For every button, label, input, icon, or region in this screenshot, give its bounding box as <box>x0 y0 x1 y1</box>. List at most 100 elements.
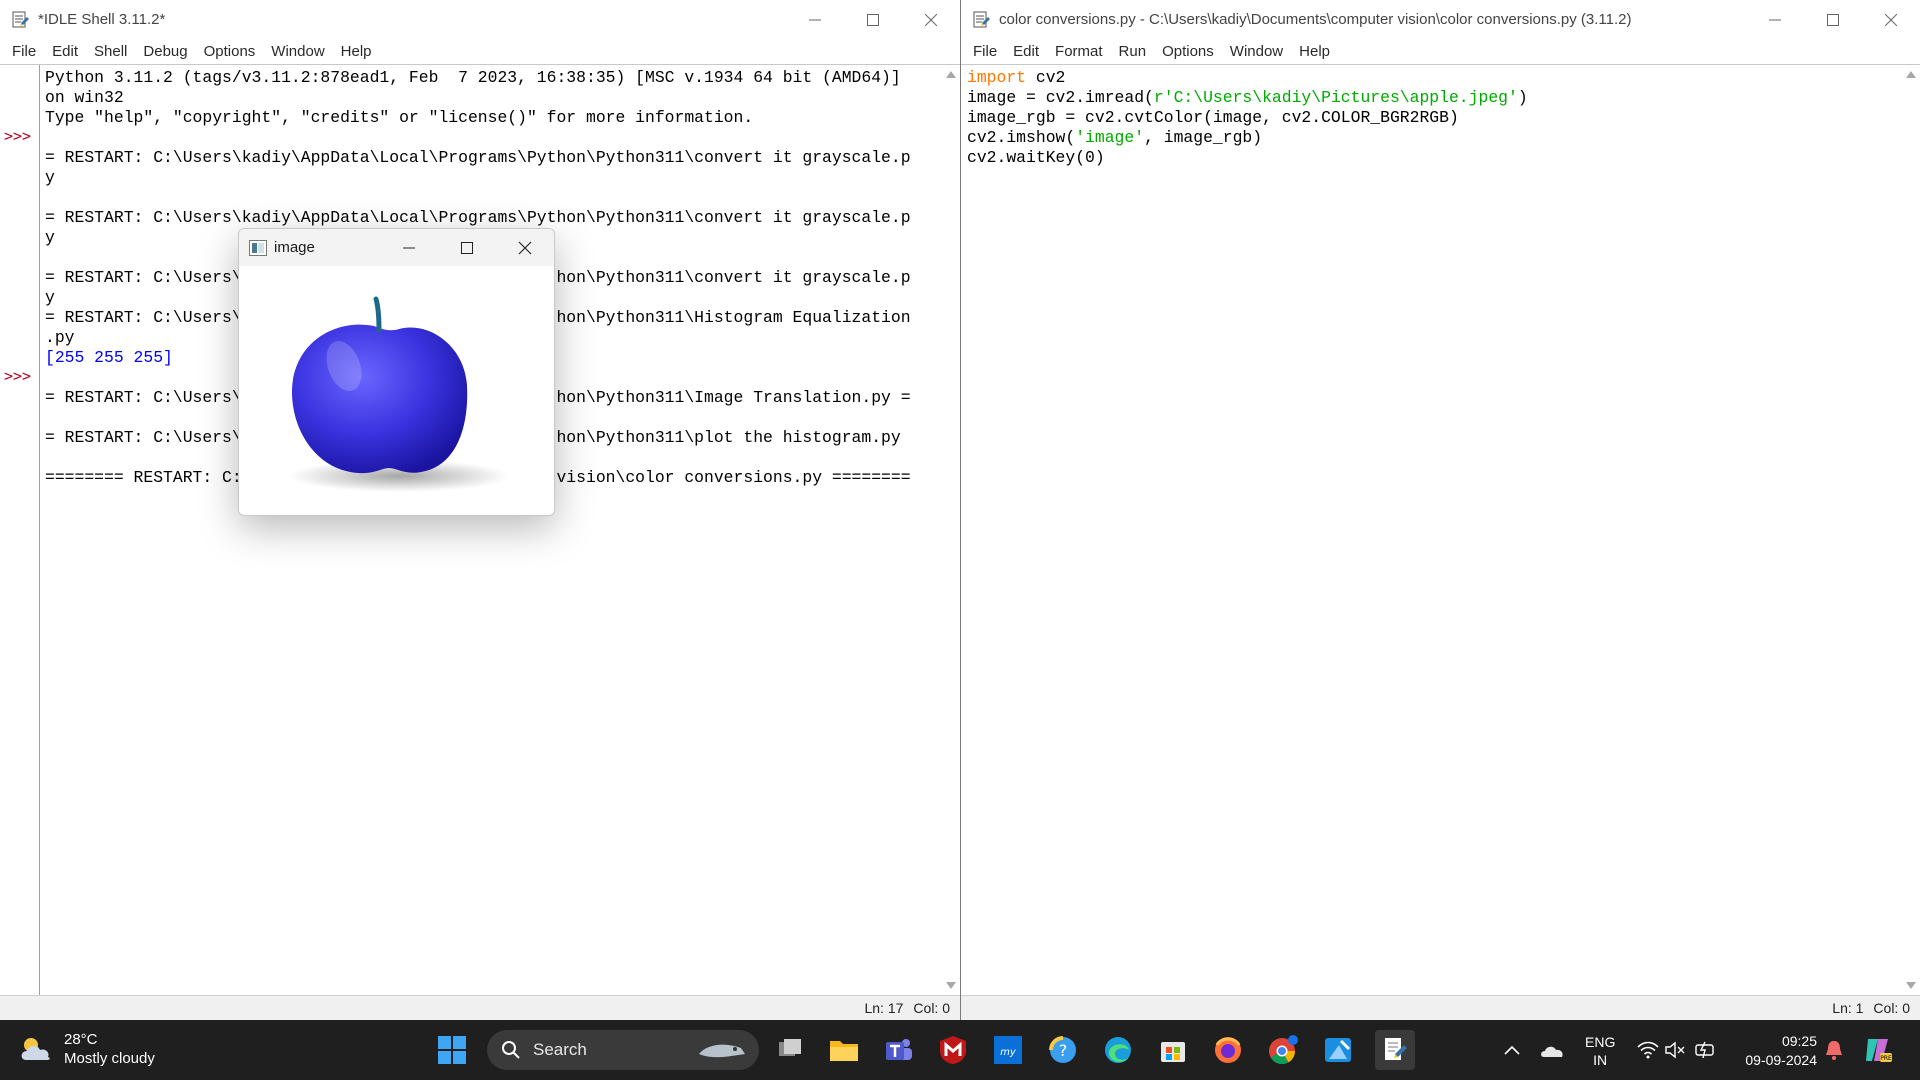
menu-options[interactable]: Options <box>1154 43 1222 60</box>
lang-code: ENG <box>1585 1034 1616 1050</box>
menu-help[interactable]: Help <box>1291 43 1338 60</box>
copilot-button[interactable]: PRE <box>1860 1032 1896 1068</box>
copilot-icon: PRE <box>1866 1039 1892 1062</box>
editor-text-area[interactable]: import cv2 image = cv2.imread(r'C:\Users\… <box>961 64 1920 995</box>
search-highlight-icon <box>699 1044 745 1058</box>
scroll-down-icon[interactable] <box>1906 982 1916 989</box>
svg-text:PRE: PRE <box>1880 1055 1892 1062</box>
mcafee-button[interactable] <box>935 1032 971 1068</box>
code-line: cv2.waitKey(0) <box>967 148 1105 167</box>
help-icon: ? <box>1049 1036 1076 1063</box>
menu-run[interactable]: Run <box>1111 43 1155 60</box>
editor-titlebar[interactable]: color conversions.py - C:\Users\kadiy\Do… <box>961 0 1920 39</box>
menu-window[interactable]: Window <box>263 43 332 60</box>
maximize-button[interactable] <box>1804 0 1862 39</box>
menu-window[interactable]: Window <box>1222 43 1291 60</box>
teams-icon <box>886 1039 912 1060</box>
weather-description: Mostly cloudy <box>64 1050 155 1067</box>
shell-title: *IDLE Shell 3.11.2* <box>38 11 166 28</box>
minimize-button[interactable] <box>786 0 844 39</box>
svg-text:?: ? <box>1059 1041 1068 1060</box>
minimize-button[interactable] <box>1746 0 1804 39</box>
code-line: import cv2 <box>967 68 1066 87</box>
minimize-button[interactable] <box>380 229 438 266</box>
store-icon <box>1161 1042 1185 1062</box>
notifications-button[interactable] <box>1816 1032 1852 1068</box>
shell-line: on win32 <box>45 88 124 107</box>
close-button[interactable] <box>902 0 960 39</box>
shell-text-area[interactable]: >>> >>> Python 3.11.2 (tags/v3.11.2:878e… <box>0 64 960 995</box>
menu-shell[interactable]: Shell <box>86 43 135 60</box>
maximize-button[interactable] <box>844 0 902 39</box>
taskbar: 28°C Mostly cloudy Search my ? ENG IN 09:… <box>0 1020 1920 1080</box>
shell-line: = RESTART: C:\Users\kadiy\AppData\Local\… <box>45 148 911 167</box>
edge-button[interactable] <box>1100 1032 1136 1068</box>
image-window-titlebar[interactable]: image <box>239 229 554 266</box>
battery-charging-icon <box>1695 1041 1714 1059</box>
close-icon <box>925 13 937 26</box>
weather-widget[interactable]: 28°C Mostly cloudy <box>18 1030 155 1068</box>
menu-options[interactable]: Options <box>196 43 264 60</box>
column-number: Col: 0 <box>913 1000 950 1016</box>
menu-file[interactable]: File <box>4 43 44 60</box>
maximize-icon <box>461 241 473 254</box>
edge-icon <box>1105 1037 1131 1063</box>
image-window-icon <box>249 239 267 256</box>
onedrive-button[interactable] <box>1534 1032 1570 1068</box>
idle-icon <box>1385 1038 1407 1060</box>
maximize-icon <box>1827 13 1839 26</box>
editor-menubar: File Edit Format Run Options Window Help <box>961 39 1920 64</box>
shell-line: Type "help", "copyright", "credits" or "… <box>45 108 754 127</box>
region-code: IN <box>1593 1052 1608 1068</box>
shell-titlebar[interactable]: *IDLE Shell 3.11.2* <box>0 0 960 39</box>
input-language[interactable]: ENG IN <box>1585 1033 1615 1069</box>
vertical-scrollbar[interactable] <box>942 65 960 995</box>
menu-format[interactable]: Format <box>1047 43 1111 60</box>
bell-icon <box>1826 1041 1842 1060</box>
show-hidden-icons-button[interactable] <box>1494 1032 1530 1068</box>
column-number: Col: 0 <box>1873 1000 1910 1016</box>
search-icon <box>502 1041 520 1059</box>
file-explorer-button[interactable] <box>826 1032 862 1068</box>
scroll-up-icon[interactable] <box>1906 71 1916 78</box>
task-view-button[interactable] <box>772 1032 808 1068</box>
close-button[interactable] <box>496 229 554 266</box>
code-line: image_rgb = cv2.cvtColor(image, cv2.COLO… <box>967 108 1459 127</box>
shell-statusbar: Ln: 17 Col: 0 <box>0 995 960 1020</box>
chrome-button[interactable] <box>1265 1032 1301 1068</box>
close-button[interactable] <box>1862 0 1920 39</box>
code-line: cv2.imshow('image', image_rgb) <box>967 128 1263 147</box>
myhp-button[interactable]: my <box>990 1032 1026 1068</box>
menu-edit[interactable]: Edit <box>44 43 86 60</box>
teams-button[interactable] <box>881 1032 917 1068</box>
menu-debug[interactable]: Debug <box>135 43 195 60</box>
line-number: Ln: 1 <box>1832 1000 1864 1016</box>
close-icon <box>518 241 532 254</box>
menu-file[interactable]: File <box>965 43 1005 60</box>
idle-taskbar-button[interactable] <box>1375 1030 1415 1070</box>
shell-prompt: >>> <box>4 367 32 385</box>
get-help-button[interactable]: ? <box>1045 1032 1081 1068</box>
maximize-button[interactable] <box>438 229 496 266</box>
battery-button[interactable] <box>1688 1032 1724 1068</box>
minimize-icon <box>403 247 415 248</box>
vertical-scrollbar[interactable] <box>1902 65 1920 995</box>
menu-help[interactable]: Help <box>333 43 380 60</box>
system-clock[interactable]: 09:25 09-09-2024 <box>1733 1032 1817 1070</box>
task-view-icon <box>779 1039 801 1056</box>
start-button[interactable] <box>434 1032 470 1068</box>
mcafee-shield-icon <box>940 1036 966 1064</box>
firefox-button[interactable] <box>1210 1032 1246 1068</box>
menu-edit[interactable]: Edit <box>1005 43 1047 60</box>
wifi-icon <box>1637 1041 1659 1059</box>
folder-icon <box>830 1041 858 1061</box>
taskbar-search[interactable]: Search <box>487 1030 759 1070</box>
scroll-down-icon[interactable] <box>946 982 956 989</box>
scroll-up-icon[interactable] <box>946 71 956 78</box>
store-button[interactable] <box>1155 1032 1191 1068</box>
paint-button[interactable] <box>1320 1032 1356 1068</box>
close-icon <box>1885 13 1897 26</box>
cloud-icon <box>21 1038 50 1060</box>
